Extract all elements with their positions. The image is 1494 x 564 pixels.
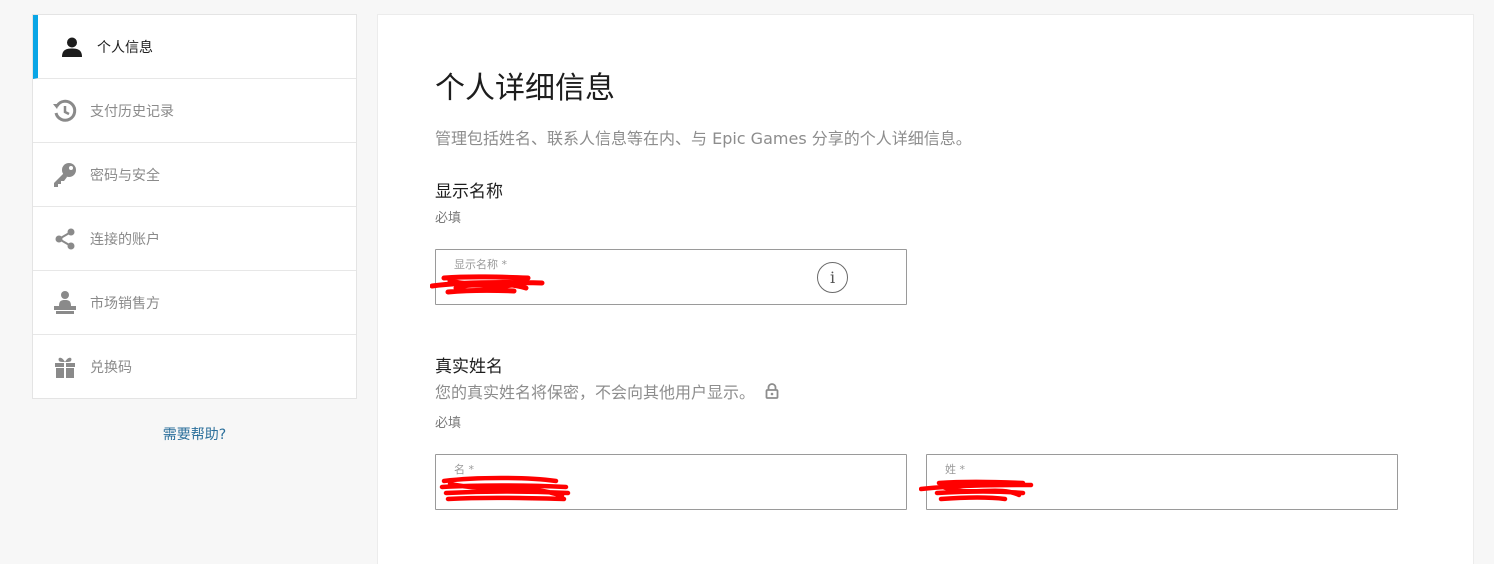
seller-icon: [51, 289, 79, 317]
sidebar-item-label: 支付历史记录: [90, 103, 174, 120]
last-name-input[interactable]: [945, 479, 1321, 503]
share-icon: [51, 225, 79, 253]
help-link[interactable]: 需要帮助?: [32, 424, 357, 444]
display-name-field-label: 显示名称 *: [454, 258, 507, 271]
display-name-heading: 显示名称: [435, 182, 503, 202]
lock-icon: [765, 383, 779, 399]
last-name-field-label: 姓 *: [945, 463, 965, 476]
real-name-required: 必填: [435, 416, 462, 431]
sidebar-item-label: 个人信息: [97, 39, 153, 56]
display-name-required: 必填: [435, 211, 462, 226]
sidebar-item-personal-info[interactable]: 个人信息: [33, 15, 356, 79]
real-name-heading: 真实姓名: [435, 357, 503, 377]
first-name-field[interactable]: 名 *: [435, 454, 907, 510]
sidebar-item-label: 连接的账户: [90, 231, 160, 248]
page-description: 管理包括姓名、联系人信息等在内、与 Epic Games 分享的个人详细信息。: [435, 129, 972, 148]
user-icon: [58, 33, 86, 61]
last-name-field[interactable]: 姓 *: [919, 454, 1398, 510]
first-name-input[interactable]: [454, 479, 830, 503]
sidebar-item-label: 市场销售方: [90, 295, 160, 312]
sidebar-item-password-security[interactable]: 密码与安全: [33, 143, 356, 207]
real-name-note-text: 您的真实姓名将保密，不会向其他用户显示。: [435, 383, 756, 402]
page-title: 个人详细信息: [435, 71, 615, 106]
sidebar-item-redeem-code[interactable]: 兑换码: [33, 335, 356, 398]
display-name-field[interactable]: 显示名称 * i: [430, 249, 907, 305]
sidebar-item-marketplace-seller[interactable]: 市场销售方: [33, 271, 356, 335]
sidebar-item-label: 密码与安全: [90, 167, 160, 184]
display-name-input[interactable]: [454, 274, 830, 298]
sidebar-item-payment-history[interactable]: 支付历史记录: [33, 79, 356, 143]
info-icon[interactable]: i: [817, 262, 848, 293]
real-name-privacy-note: 您的真实姓名将保密，不会向其他用户显示。: [435, 379, 779, 403]
history-icon: [51, 97, 79, 125]
personal-details-panel: 个人详细信息 管理包括姓名、联系人信息等在内、与 Epic Games 分享的个…: [377, 14, 1474, 564]
sidebar-item-label: 兑换码: [90, 359, 132, 376]
gift-icon: [51, 353, 79, 381]
sidebar-item-connected-accounts[interactable]: 连接的账户: [33, 207, 356, 271]
first-name-field-label: 名 *: [454, 463, 474, 476]
settings-sidebar: 个人信息 支付历史记录 密码与安全 连接的账户 市场销售方 兑换码: [32, 14, 357, 399]
key-icon: [51, 161, 79, 189]
